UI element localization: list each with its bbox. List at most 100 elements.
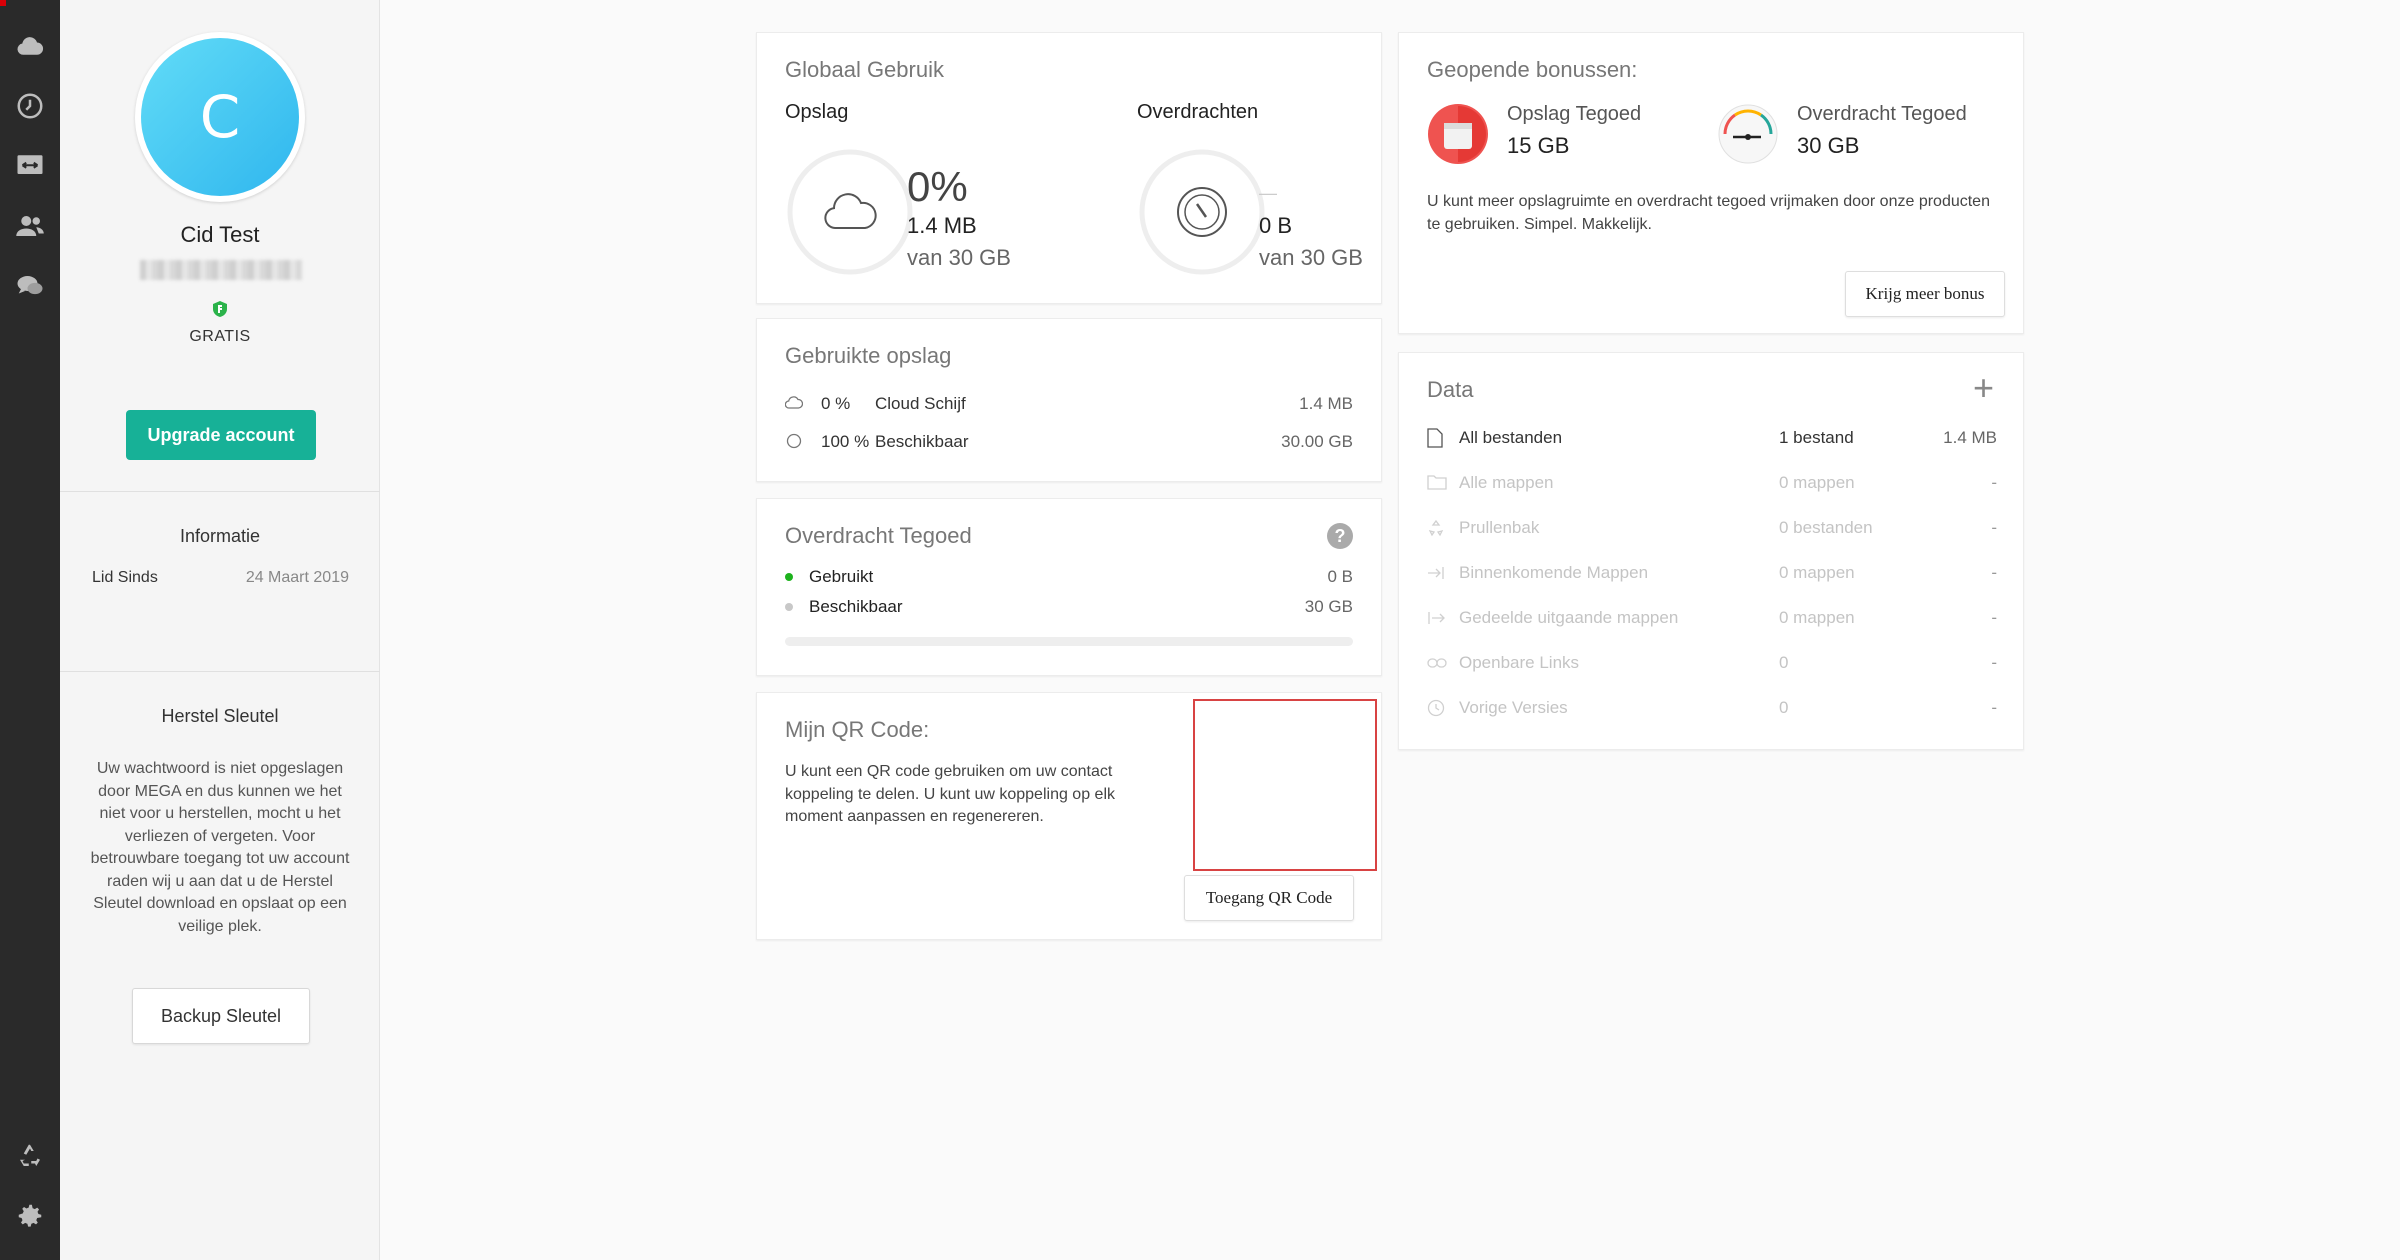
card-title: Globaal Gebruik — [785, 57, 944, 82]
chat-icon[interactable] — [12, 268, 48, 304]
data-row-label: Prullenbak — [1459, 518, 1540, 537]
get-more-bonus-button[interactable]: Krijg meer bonus — [1845, 271, 2005, 317]
recents-clock-icon[interactable] — [12, 88, 48, 124]
available-label: Beschikbaar — [875, 432, 969, 451]
data-row-label: Vorige Versies — [1459, 698, 1568, 717]
used-legend-dot — [785, 573, 793, 581]
used-label: Gebruikt — [809, 567, 874, 586]
card-title: Mijn QR Code: — [785, 717, 930, 742]
versions-icon — [1427, 699, 1445, 717]
available-value: 30 GB — [1304, 597, 1353, 616]
data-row-label: Gedeelde uitgaande mappen — [1459, 608, 1679, 627]
incoming-icon — [1428, 567, 1444, 579]
help-icon[interactable]: ? — [1327, 523, 1353, 549]
available-circle-icon — [786, 433, 802, 449]
backup-key-button[interactable]: Backup Sleutel — [132, 988, 310, 1044]
data-row-size: - — [1991, 563, 1997, 582]
rubbish-bin-icon[interactable] — [12, 1138, 48, 1174]
cloud-drive-percent: 0 % — [821, 394, 851, 413]
transfer-total: van 30 GB — [1259, 245, 1363, 270]
data-row[interactable]: All bestanden 1 bestand 1.4 MB — [1399, 423, 2025, 463]
folder-icon — [1427, 475, 1447, 490]
qr-code-placeholder — [1193, 699, 1377, 871]
available-value: 30.00 GB — [1281, 432, 1353, 451]
data-row-label: All bestanden — [1459, 428, 1563, 447]
blurred-email — [140, 260, 302, 280]
data-card: Data + All bestanden 1 bestand 1.4 MB Al… — [1398, 352, 2024, 750]
available-legend-dot — [785, 603, 793, 611]
file-icon — [1427, 428, 1443, 448]
add-icon[interactable]: + — [1973, 367, 1994, 409]
storage-bonus-icon — [1428, 104, 1488, 164]
data-row-size: - — [1991, 608, 1997, 627]
data-row-size: - — [1991, 473, 1997, 492]
rubbish-icon — [1428, 519, 1444, 537]
transfer-dash: — — [1259, 183, 1277, 203]
nav-rail — [0, 0, 60, 1260]
recovery-key-title: Herstel Sleutel — [161, 706, 279, 726]
recovery-key-text: Uw wachtwoord is niet opgeslagen door ME… — [90, 760, 350, 935]
data-row[interactable]: Alle mappen 0 mappen - — [1399, 468, 2025, 508]
data-row-count: 0 — [1779, 698, 1789, 717]
transfer-label: Overdrachten — [1137, 101, 1259, 123]
card-title: Geopende bonussen: — [1427, 57, 1638, 82]
used-value: 0 B — [1327, 567, 1353, 586]
contacts-icon[interactable] — [12, 208, 48, 244]
avatar[interactable]: C — [141, 38, 299, 196]
global-usage-card: Globaal Gebruik Opslag 0% 1.4 MB van 30 … — [756, 32, 1382, 304]
upgrade-account-button[interactable]: Upgrade account — [126, 410, 316, 460]
transfer-used: 0 B — [1259, 213, 1293, 238]
cloud-icon — [824, 193, 877, 229]
data-row-label: Binnenkomende Mappen — [1459, 563, 1649, 582]
data-row[interactable]: Openbare Links 0 - — [1399, 648, 2025, 688]
member-since-label: Lid Sinds — [92, 569, 158, 586]
link-icon — [1427, 658, 1447, 668]
info-title: Informatie — [179, 526, 261, 546]
data-row[interactable]: Prullenbak 0 bestanden - — [1399, 513, 2025, 553]
available-label: Beschikbaar — [809, 597, 903, 616]
qr-description: U kunt een QR code gebruiken om uw conta… — [785, 763, 1115, 825]
data-row-count: 0 bestanden — [1779, 518, 1873, 537]
data-row-count: 0 mappen — [1779, 473, 1855, 492]
data-row[interactable]: Binnenkomende Mappen 0 mappen - — [1399, 558, 2025, 598]
available-percent: 100 % — [821, 432, 870, 451]
data-row-size: - — [1991, 698, 1997, 717]
data-row-count: 0 mappen — [1779, 563, 1855, 582]
data-row-label: Alle mappen — [1459, 473, 1554, 492]
cloud-drive-label: Cloud Schijf — [875, 394, 966, 413]
card-title: Overdracht Tegoed — [785, 523, 972, 548]
data-row-size: 1.4 MB — [1943, 428, 1997, 447]
data-row-count: 0 — [1779, 653, 1789, 672]
brand-marker — [0, 0, 6, 6]
used-storage-card: Gebruikte opslag 0 % Cloud Schijf 1.4 MB… — [756, 318, 1382, 482]
data-row-count: 0 mappen — [1779, 608, 1855, 627]
bonus-description: U kunt meer opslagruimte en overdracht t… — [1427, 193, 1990, 233]
free-plan-badge-icon — [213, 301, 227, 317]
card-title: Data — [1427, 377, 1474, 402]
card-title: Gebruikte opslag — [785, 343, 952, 368]
member-since-value: 24 Maart 2019 — [245, 569, 349, 586]
storage-bonus-label: Opslag Tegoed — [1507, 103, 1642, 125]
transfers-icon[interactable] — [12, 146, 48, 182]
storage-bonus-value: 15 GB — [1507, 133, 1570, 158]
avatar-frame: C — [135, 32, 305, 202]
cloud-drive-value: 1.4 MB — [1299, 394, 1353, 413]
data-row[interactable]: Gedeelde uitgaande mappen 0 mappen - — [1399, 603, 2025, 643]
access-qr-code-button[interactable]: Toegang QR Code — [1184, 875, 1354, 921]
data-row-size: - — [1991, 518, 1997, 537]
outgoing-icon — [1428, 612, 1445, 624]
data-row[interactable]: Vorige Versies 0 - — [1399, 693, 2025, 733]
storage-label: Opslag — [785, 101, 849, 123]
data-row-count: 1 bestand — [1779, 428, 1854, 447]
profile-name: Cid Test — [180, 222, 260, 247]
cloud-drive-small-icon — [785, 396, 803, 409]
data-row-size: - — [1991, 653, 1997, 672]
divider — [60, 671, 380, 672]
storage-total: van 30 GB — [907, 245, 1011, 270]
transfer-bonus-value: 30 GB — [1797, 133, 1860, 158]
storage-percent: 0% — [907, 163, 968, 210]
data-row-label: Openbare Links — [1459, 653, 1580, 672]
cloud-drive-icon[interactable] — [12, 28, 48, 64]
settings-gear-icon[interactable] — [12, 1198, 48, 1234]
storage-used: 1.4 MB — [907, 213, 977, 238]
